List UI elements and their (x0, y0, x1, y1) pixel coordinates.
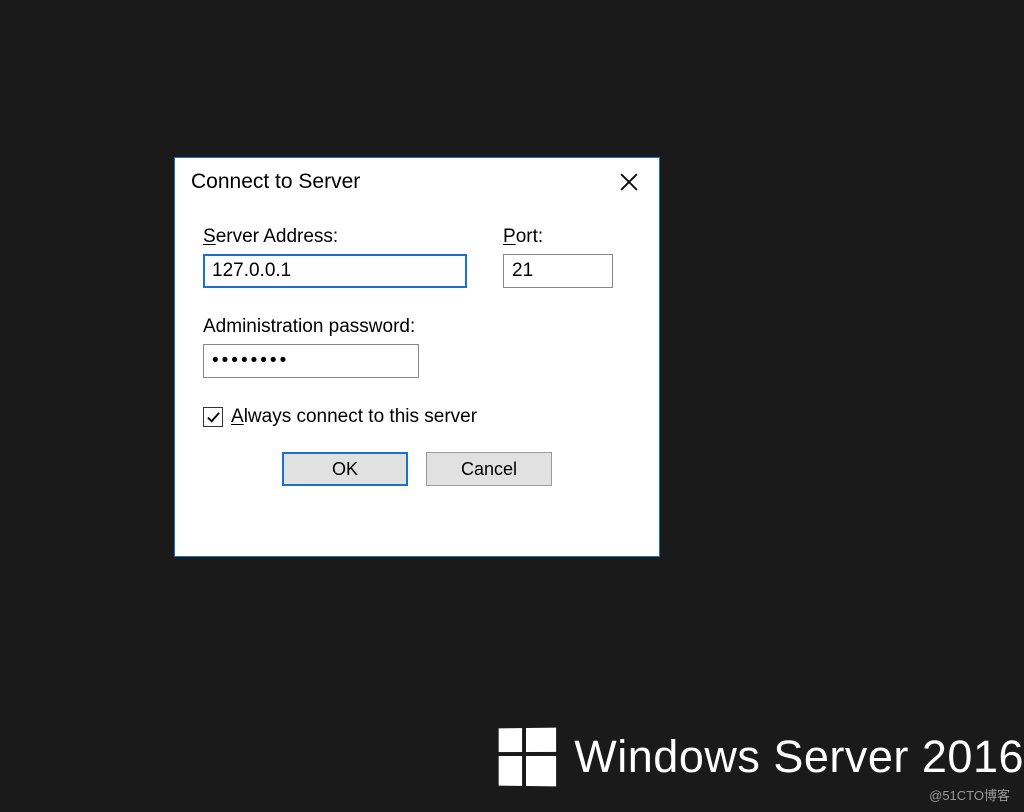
dialog-buttons: OK Cancel (203, 452, 631, 486)
always-connect-row: Always connect to this server (203, 406, 631, 428)
os-branding-text: Windows Server 2016 (574, 731, 1024, 783)
server-address-input[interactable] (203, 254, 467, 288)
always-connect-checkbox[interactable] (203, 407, 223, 427)
close-button[interactable] (609, 162, 649, 202)
dialog-titlebar: Connect to Server (175, 158, 659, 206)
windows-logo-icon (499, 728, 556, 787)
close-icon (620, 173, 638, 191)
port-input[interactable] (503, 254, 613, 288)
always-connect-label: Always connect to this server (231, 406, 477, 428)
cancel-button[interactable]: Cancel (426, 452, 552, 486)
connect-to-server-dialog: Connect to Server Server Address: Port: … (174, 157, 660, 557)
password-input[interactable] (203, 344, 419, 378)
check-icon (206, 410, 221, 425)
dialog-body: Server Address: Port: Administration pas… (175, 206, 659, 506)
server-address-label: Server Address: (203, 226, 467, 248)
server-address-group: Server Address: (203, 226, 467, 288)
os-branding: Windows Server 2016 (498, 728, 1024, 786)
dialog-title: Connect to Server (191, 170, 609, 194)
password-group: Administration password: (203, 316, 631, 378)
password-label: Administration password: (203, 316, 631, 338)
watermark-text: @51CTO博客 (929, 785, 1010, 804)
port-group: Port: (503, 226, 613, 288)
ok-button[interactable]: OK (282, 452, 408, 486)
port-label: Port: (503, 226, 613, 248)
